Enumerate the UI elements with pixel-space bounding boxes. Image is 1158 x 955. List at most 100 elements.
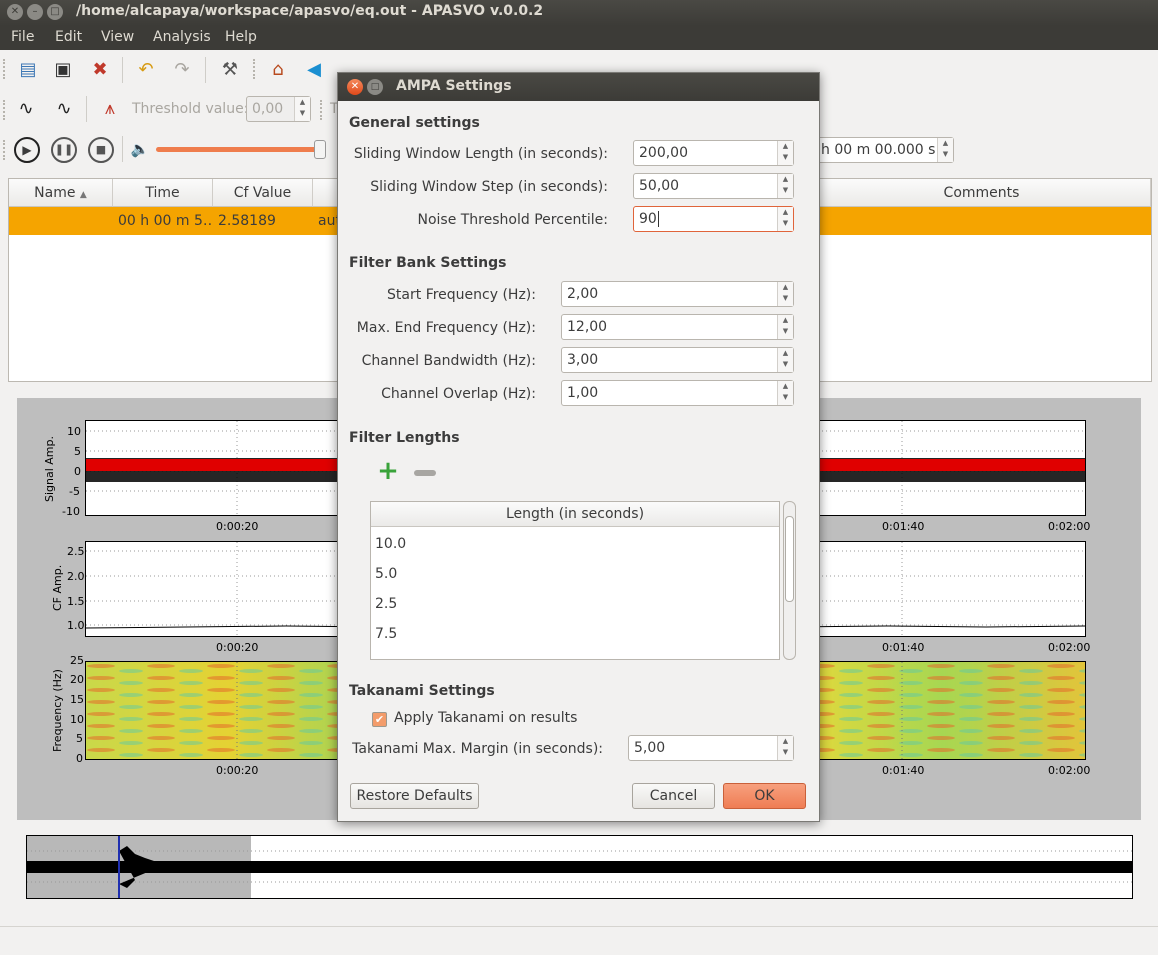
channel-bandwidth-spinbox[interactable]: 3,00 ▲ ▼: [561, 347, 794, 373]
channel-bandwidth-label: Channel Bandwidth (Hz):: [361, 353, 536, 369]
ytick: 5: [74, 445, 81, 458]
channel-overlap-spinbox[interactable]: 1,00 ▲ ▼: [561, 380, 794, 406]
takanami-icon[interactable]: ⩚: [98, 97, 122, 121]
spin-arrows[interactable]: ▲ ▼: [777, 315, 793, 339]
open-file-icon[interactable]: ▤: [16, 58, 40, 82]
window-length-spinbox[interactable]: 200,00 ▲ ▼: [633, 140, 794, 166]
ytick: -5: [69, 485, 80, 498]
stop-icon[interactable]: ■: [88, 137, 114, 163]
xtick: 0:02:00: [1048, 641, 1091, 654]
spin-arrows[interactable]: ▲ ▼: [937, 138, 953, 162]
xtick: 0:00:20: [216, 520, 259, 533]
back-icon[interactable]: ◀: [302, 58, 326, 82]
xtick: 0:01:40: [882, 764, 925, 777]
play-icon[interactable]: ▶: [14, 137, 40, 163]
signal-overview[interactable]: [26, 835, 1133, 899]
toolbar-grip[interactable]: [3, 100, 7, 120]
close-window-icon[interactable]: ✕: [7, 4, 23, 20]
spin-arrows[interactable]: ▲ ▼: [777, 282, 793, 306]
filter-lengths-list[interactable]: Length (in seconds) 10.0 5.0 2.5 7.5: [370, 501, 780, 660]
add-length-icon[interactable]: +: [376, 458, 400, 484]
toolbar-separator: [86, 96, 87, 122]
toolbar-grip[interactable]: [3, 140, 7, 160]
list-item[interactable]: 5.0: [375, 566, 397, 582]
ytick: 0: [74, 465, 81, 478]
channel-overlap-value: 1,00: [567, 385, 599, 401]
column-header-cf-value[interactable]: Cf Value: [213, 179, 313, 207]
xtick: 0:00:20: [216, 764, 259, 777]
column-header-time[interactable]: Time: [113, 179, 213, 207]
remove-length-icon[interactable]: [414, 470, 436, 476]
time-spinbox[interactable]: h 00 m 00.000 s ▲ ▼: [815, 137, 954, 163]
ytick: 20: [70, 673, 84, 686]
spin-arrows[interactable]: ▲ ▼: [777, 141, 793, 165]
start-frequency-spinbox[interactable]: 2,00 ▲ ▼: [561, 281, 794, 307]
maximize-dialog-icon[interactable]: □: [367, 79, 383, 95]
menu-edit[interactable]: Edit: [55, 29, 82, 45]
length-column-header[interactable]: Length (in seconds): [371, 502, 779, 527]
minimize-window-icon[interactable]: –: [27, 4, 43, 20]
noise-threshold-label: Noise Threshold Percentile:: [417, 212, 608, 228]
menu-view[interactable]: View: [101, 29, 134, 45]
ytick: 2.0: [67, 570, 85, 583]
signal-ylabel: Signal Amp.: [43, 435, 56, 502]
restore-defaults-button[interactable]: Restore Defaults: [350, 783, 479, 809]
xtick: 0:01:40: [882, 641, 925, 654]
threshold-spinbox[interactable]: 0,00 ▲ ▼: [246, 96, 311, 122]
volume-slider-track[interactable]: [156, 147, 322, 152]
home-icon[interactable]: ⌂: [266, 58, 290, 82]
toolbar-grip[interactable]: [253, 59, 257, 79]
noise-threshold-spinbox[interactable]: 90 ▲ ▼: [633, 206, 794, 232]
end-frequency-spinbox[interactable]: 12,00 ▲ ▼: [561, 314, 794, 340]
toolbar-grip[interactable]: [3, 59, 7, 79]
spin-arrows[interactable]: ▲ ▼: [777, 348, 793, 372]
dialog-titlebar: ✕ □ AMPA Settings: [338, 73, 819, 101]
maximize-window-icon[interactable]: □: [47, 4, 63, 20]
menu-analysis[interactable]: Analysis: [153, 29, 211, 45]
settings-wrench-icon[interactable]: ⚒: [218, 58, 242, 82]
list-item[interactable]: 7.5: [375, 626, 397, 642]
time-value: h 00 m 00.000 s: [821, 142, 936, 158]
menu-file[interactable]: File: [11, 29, 34, 45]
xtick: 0:02:00: [1048, 764, 1091, 777]
list-item[interactable]: 10.0: [375, 536, 406, 552]
list-scrollbar[interactable]: [783, 501, 796, 660]
spin-arrows[interactable]: ▲ ▼: [777, 174, 793, 198]
column-header-name[interactable]: Name ▲: [9, 179, 113, 207]
close-file-icon[interactable]: ✖: [88, 58, 112, 82]
filter-lengths-heading: Filter Lengths: [349, 430, 460, 446]
column-header-comments[interactable]: Comments: [813, 179, 1151, 207]
ytick: 1.0: [67, 619, 85, 632]
ytick: 25: [70, 654, 84, 667]
start-frequency-value: 2,00: [567, 286, 599, 302]
apply-takanami-checkbox[interactable]: ✔: [372, 712, 387, 727]
channel-bandwidth-value: 3,00: [567, 352, 599, 368]
undo-icon[interactable]: ↶: [134, 58, 158, 82]
threshold-label: Threshold value:: [132, 101, 249, 117]
cancel-button[interactable]: Cancel: [632, 783, 715, 809]
ampa-settings-dialog: ✕ □ AMPA Settings General settings Slidi…: [337, 72, 820, 822]
volume-slider-handle[interactable]: [314, 140, 326, 159]
cell-name: [9, 207, 113, 235]
toolbar-grip[interactable]: [320, 100, 324, 120]
ok-button[interactable]: OK: [723, 783, 806, 809]
toolbar-separator: [205, 57, 206, 83]
pause-icon[interactable]: ❚❚: [51, 137, 77, 163]
spin-arrows[interactable]: ▲ ▼: [777, 207, 793, 231]
takanami-margin-spinbox[interactable]: 5,00 ▲ ▼: [628, 735, 794, 761]
close-dialog-icon[interactable]: ✕: [347, 79, 363, 95]
noise-threshold-value: 90: [639, 211, 657, 227]
ampa-icon[interactable]: ∿: [52, 97, 76, 121]
redo-icon[interactable]: ↷: [170, 58, 194, 82]
scrollbar-thumb[interactable]: [785, 516, 794, 602]
spin-arrows[interactable]: ▲ ▼: [777, 381, 793, 405]
sta-lta-icon[interactable]: ∿: [14, 97, 38, 121]
spin-arrows[interactable]: ▲ ▼: [777, 736, 793, 760]
takanami-margin-label: Takanami Max. Margin (in seconds):: [352, 741, 603, 757]
list-item[interactable]: 2.5: [375, 596, 397, 612]
spin-arrows[interactable]: ▲ ▼: [294, 97, 310, 121]
dialog-title: AMPA Settings: [396, 78, 512, 94]
menu-help[interactable]: Help: [225, 29, 257, 45]
window-step-spinbox[interactable]: 50,00 ▲ ▼: [633, 173, 794, 199]
save-icon[interactable]: ▣: [51, 58, 75, 82]
